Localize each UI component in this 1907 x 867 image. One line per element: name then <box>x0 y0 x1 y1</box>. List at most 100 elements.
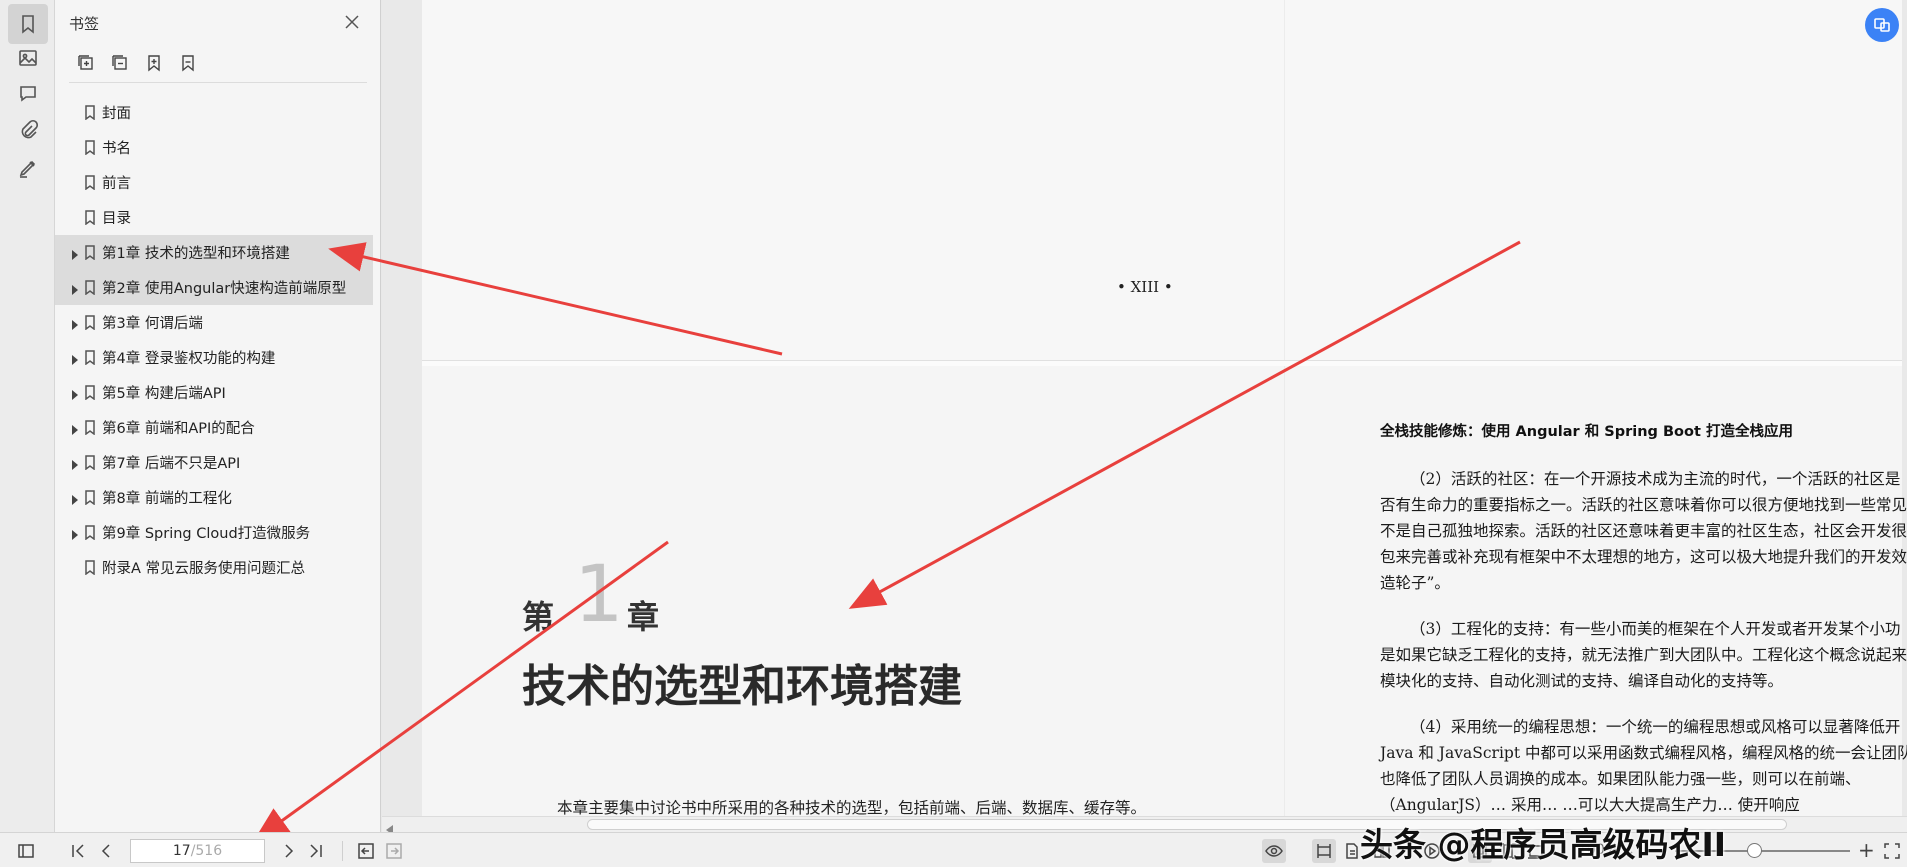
bookmark-label: 第7章 后端不只是API <box>102 456 241 472</box>
pen-icon <box>19 160 36 178</box>
expand-arrow-icon[interactable] <box>71 493 79 505</box>
bookmark-label: 第5章 构建后端API <box>102 386 226 402</box>
collapse-all-button[interactable] <box>109 52 131 74</box>
page-number-label: • XIII • <box>1117 278 1173 296</box>
bookmark-label: 前言 <box>102 176 131 192</box>
current-page: 17 <box>172 843 191 859</box>
scroll-left-arrow[interactable] <box>386 820 394 835</box>
document-viewport[interactable]: • XIII • 第 1 章 技术的选型和环境搭建 本章主要集中讨论书中所采用的… <box>382 0 1907 816</box>
last-page-button[interactable] <box>304 839 328 863</box>
toggle-sidebar-button[interactable] <box>14 839 38 863</box>
fullscreen-button[interactable] <box>1880 839 1904 863</box>
watermark-text: 头条 @程序员高级码农II <box>1360 825 1727 864</box>
bookmark-item[interactable]: 第6章 前端和API的配合 <box>55 410 381 445</box>
bookmark-item[interactable]: 前言 <box>55 165 381 200</box>
bookmark-tree: 封面书名前言目录第1章 技术的选型和环境搭建第2章 使用Angular快速构造前… <box>55 95 381 585</box>
close-panel-button[interactable] <box>340 10 364 34</box>
page-number-field[interactable]: 17/516 <box>130 839 265 863</box>
add-bookmark-button[interactable] <box>143 52 165 74</box>
body-text-line: 不是自己孤独地探索。活跃的社区还意味着更丰富的社区生态，社区会开发很 <box>1380 522 1907 540</box>
attachments-panel-button[interactable] <box>8 110 48 150</box>
bookmark-label: 第1章 技术的选型和环境搭建 <box>102 246 290 262</box>
status-divider <box>342 841 343 861</box>
sidebar-icon <box>18 844 34 858</box>
expand-arrow-icon[interactable] <box>71 353 79 365</box>
body-text-line: （2）活跃的社区：在一个开源技术成为主流的时代，一个活跃的社区是 <box>1410 470 1901 488</box>
bookmark-label: 第9章 Spring Cloud打造微服务 <box>102 526 311 542</box>
signature-panel-button[interactable] <box>8 148 48 188</box>
floating-tools-button[interactable] <box>1865 8 1899 42</box>
bookmark-icon <box>84 280 96 296</box>
body-text-line: 模块化的支持、自动化测试的支持、编译自动化的支持等。 <box>1380 672 1784 690</box>
bookmark-item[interactable]: 封面 <box>55 95 381 130</box>
expand-arrow-icon[interactable] <box>71 388 79 400</box>
left-tool-rail <box>0 0 55 832</box>
bookmark-icon <box>84 245 96 261</box>
chapter-number: 1 <box>574 550 624 640</box>
bookmark-icon <box>84 560 96 576</box>
bookmark-icon <box>84 210 96 226</box>
expand-arrow-icon[interactable] <box>71 528 79 540</box>
fullscreen-icon <box>1884 843 1900 859</box>
expand-all-icon <box>78 55 93 70</box>
zoom-slider-knob[interactable] <box>1747 843 1762 858</box>
bookmark-item[interactable]: 第7章 后端不只是API <box>55 445 381 480</box>
delete-bookmark-button[interactable] <box>177 52 199 74</box>
bookmark-icon <box>84 420 96 436</box>
bookmark-icon <box>84 175 96 191</box>
comments-panel-button[interactable] <box>8 73 48 113</box>
thumbnail-panel-button[interactable] <box>8 38 48 78</box>
bookmark-item[interactable]: 目录 <box>55 200 381 235</box>
bookmark-label: 书名 <box>102 141 131 157</box>
bookmark-item[interactable]: 第5章 构建后端API <box>55 375 381 410</box>
bookmarks-panel: 书签 封面书名前言目录第1章 技术的选型和环境搭建第2章 使用Angular快速… <box>55 0 381 832</box>
zoom-in-button[interactable]: + <box>1858 838 1875 862</box>
back-view-button[interactable] <box>354 839 378 863</box>
continuous-scroll-button[interactable] <box>1312 839 1336 863</box>
bookmark-label: 封面 <box>102 106 131 122</box>
page-17: 第 1 章 技术的选型和环境搭建 本章主要集中讨论书中所采用的各种技术的选型，包… <box>422 366 1907 816</box>
expand-all-button[interactable] <box>75 52 97 74</box>
running-header: 全栈技能修炼：使用 Angular 和 Spring Boot 打造全栈应用 <box>1380 424 1793 440</box>
continuous-page-icon <box>1317 844 1331 858</box>
eye-protection-button[interactable] <box>1262 839 1286 863</box>
translate-icon <box>1874 18 1890 32</box>
forward-arrow-icon <box>386 843 402 859</box>
forward-view-button[interactable] <box>382 839 406 863</box>
bookmark-item[interactable]: 第2章 使用Angular快速构造前端原型 <box>55 270 373 305</box>
bookmark-item[interactable]: 第3章 何谓后端 <box>55 305 381 340</box>
expand-arrow-icon[interactable] <box>71 283 79 295</box>
bookmark-item[interactable]: 第9章 Spring Cloud打造微服务 <box>55 515 381 550</box>
bookmark-icon <box>84 350 96 366</box>
body-text-line: （AngularJS）… 采用… …可以大大提高生产力… 使开响应 <box>1380 796 1800 814</box>
expand-arrow-icon[interactable] <box>71 458 79 470</box>
toolbar-divider <box>69 82 367 83</box>
bookmark-item[interactable]: 第4章 登录鉴权功能的构建 <box>55 340 381 375</box>
body-text-line: 造轮子”。 <box>1380 574 1450 592</box>
bookmark-label: 第6章 前端和API的配合 <box>102 421 255 437</box>
remove-bookmark-icon <box>182 55 194 72</box>
chapter-label-di: 第 <box>522 598 555 636</box>
body-text-line: （4）采用统一的编程思想：一个统一的编程思想或风格可以显著降低开 <box>1410 718 1901 736</box>
bookmark-item[interactable]: 附录A 常见云服务使用问题汇总 <box>55 550 381 585</box>
expand-arrow-icon[interactable] <box>71 423 79 435</box>
first-page-button[interactable] <box>66 839 90 863</box>
bookmark-item[interactable]: 第8章 前端的工程化 <box>55 480 381 515</box>
chapter-label-zhang: 章 <box>627 598 660 636</box>
next-page-button[interactable] <box>277 839 301 863</box>
comment-icon <box>20 86 36 102</box>
page-xiii: • XIII • <box>422 0 1902 360</box>
chevron-left-icon <box>101 844 110 858</box>
bookmark-icon <box>22 15 34 34</box>
chapter-intro: 本章主要集中讨论书中所采用的各种技术的选型，包括前端、后端、数据库、缓存等。 <box>557 799 1147 816</box>
bookmark-item[interactable]: 第1章 技术的选型和环境搭建 <box>55 235 373 270</box>
close-icon <box>345 15 359 29</box>
body-text-line: Java 和 JavaScript 中都可以采用函数式编程风格，编程风格的统一会… <box>1380 744 1907 762</box>
expand-arrow-icon[interactable] <box>71 318 79 330</box>
panel-title: 书签 <box>69 15 100 33</box>
previous-page-button[interactable] <box>94 839 118 863</box>
expand-arrow-icon[interactable] <box>71 248 79 260</box>
image-icon <box>19 50 37 66</box>
bookmark-item[interactable]: 书名 <box>55 130 381 165</box>
body-text-line: 包来完善或补充现有框架中不太理想的地方，这可以极大地提升我们的开发效 <box>1380 548 1907 566</box>
